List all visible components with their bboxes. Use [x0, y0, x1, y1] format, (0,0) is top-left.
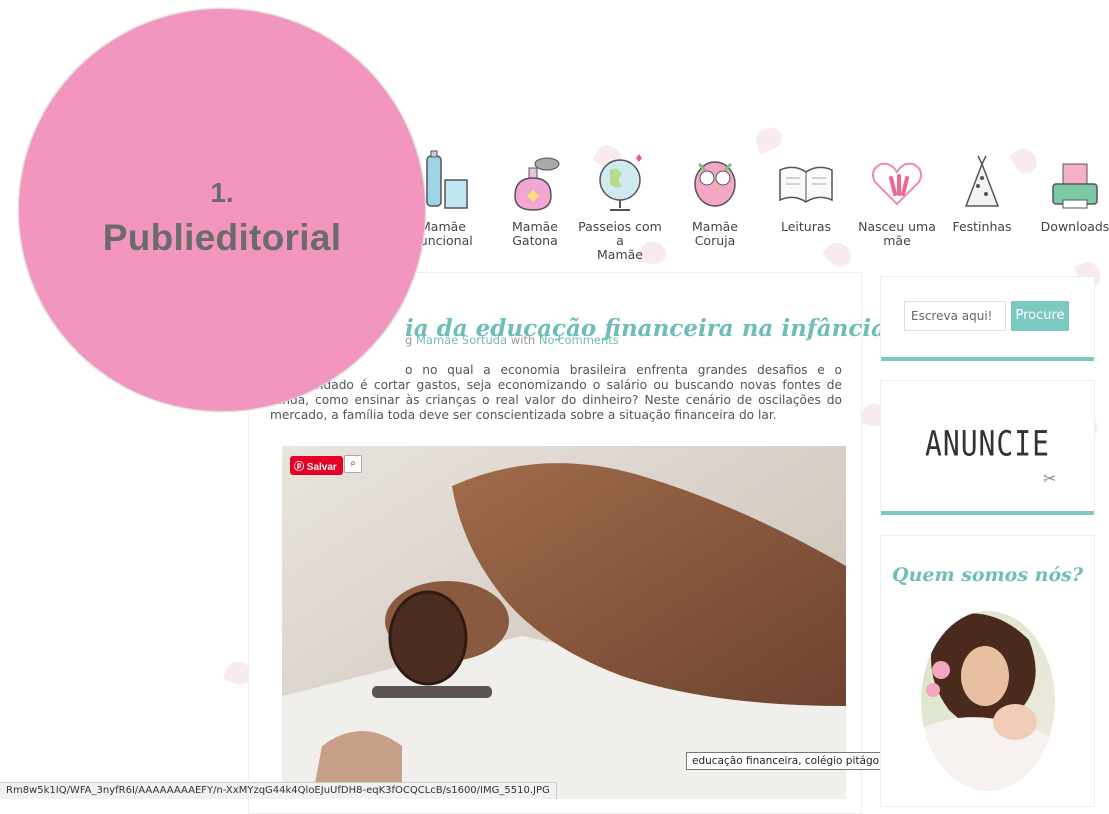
nav-label: Nasceu uma mãe — [858, 219, 936, 248]
post-meta-prefix: g — [405, 333, 413, 347]
pinterest-icon: ⓟ — [294, 462, 307, 473]
nav-item-passeios[interactable]: Passeios com a Mamãe — [575, 150, 665, 262]
party-hat-icon — [952, 150, 1012, 216]
nav-label: Passeios com a Mamãe — [578, 219, 662, 262]
about-title: Quem somos nós? — [892, 564, 1083, 586]
badge-number: 1. — [210, 177, 234, 208]
printer-icon — [1045, 150, 1105, 216]
nav-label: Festinhas — [952, 219, 1012, 234]
mother-baby-photo[interactable] — [919, 610, 1057, 792]
tools-icon: ✂ — [1043, 469, 1057, 488]
coin-hand-photo — [282, 446, 846, 799]
background-petal — [822, 238, 856, 272]
about-widget: Quem somos nós? — [880, 535, 1095, 807]
nav-label: Downloads — [1040, 219, 1109, 234]
post-body-text: o no qual a economia brasileira enfrenta… — [270, 363, 842, 422]
search-button[interactable]: Procure — [1011, 301, 1069, 331]
nav-item-downloads[interactable]: Downloads — [1030, 150, 1109, 234]
owl-icon — [685, 150, 745, 216]
post-author-link[interactable]: Mamãe Sortuda — [416, 333, 507, 347]
post-comments-link[interactable]: No comments — [539, 333, 619, 347]
widget-divider — [881, 357, 1094, 361]
globe-icon — [590, 150, 650, 216]
post-meta: g Mamãe Sortuda with No comments — [405, 333, 619, 347]
nav-item-nasceu-uma-mae[interactable]: Nasceu uma mãe — [852, 150, 942, 248]
post-meta-with: with — [510, 333, 536, 347]
widget-divider — [881, 511, 1094, 515]
nav-item-mamae-gatona[interactable]: Mamãe Gatona — [490, 150, 580, 248]
ad-label: ANUNCIE — [924, 422, 1050, 465]
pinterest-save-button[interactable]: ⓟ Salvar — [290, 456, 343, 475]
status-bar-url: Rm8w5k1IQ/WFA_3nyfR6I/AAAAAAAAEFY/n-XxMY… — [0, 782, 557, 799]
visual-search-icon[interactable]: ⌕ — [344, 455, 362, 473]
heart-hand-icon — [867, 150, 927, 216]
ad-widget[interactable]: ANUNCIE ✂ — [880, 380, 1095, 515]
search-input[interactable]: Escreva aqui! — [904, 301, 1006, 331]
badge-label: Publieditorial — [102, 217, 342, 258]
image-tooltip: educação financeira, colégio pitágoras — [686, 752, 902, 770]
search-widget: Escreva aqui! Procure — [880, 276, 1095, 361]
nav-label: Mamãe Coruja — [692, 219, 738, 248]
pinterest-save-label: Salvar — [306, 462, 337, 473]
post-body: o no qual a economia brasileira enfrenta… — [270, 363, 842, 423]
perfume-icon — [505, 150, 565, 216]
nav-label: Mamãe Gatona — [512, 219, 558, 248]
book-icon — [776, 150, 836, 216]
publieditorial-badge: 1. Publieditorial — [18, 8, 426, 412]
nav-label: Leituras — [780, 219, 832, 234]
nav-item-mamae-coruja[interactable]: Mamãe Coruja — [670, 150, 760, 248]
post-image[interactable]: ⓟ Salvar ⌕ — [282, 446, 846, 799]
nav-item-festinhas[interactable]: Festinhas — [937, 150, 1027, 234]
nav-item-leituras[interactable]: Leituras — [761, 150, 851, 234]
